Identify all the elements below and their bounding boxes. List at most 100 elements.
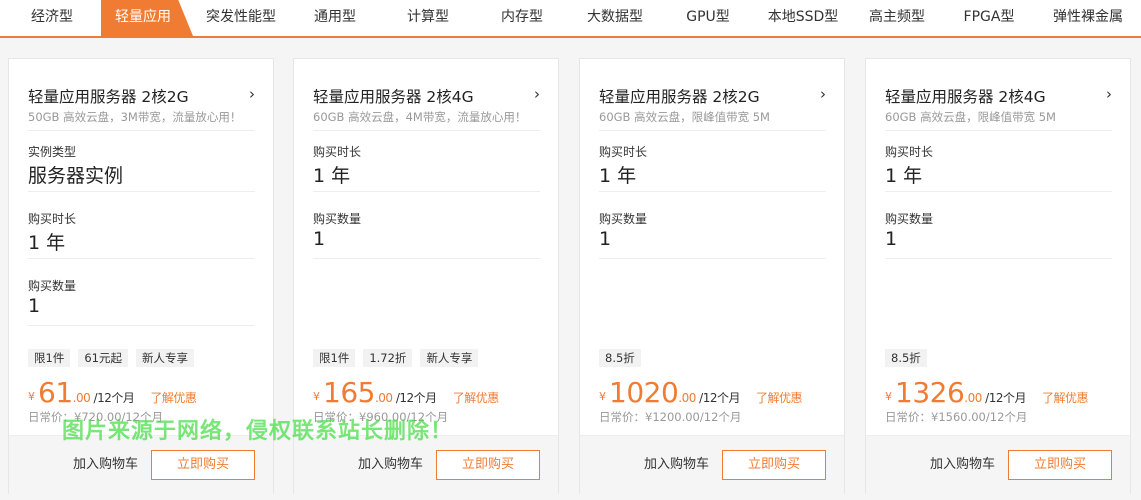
tab-bare-metal[interactable]: 弹性裸金属	[1035, 0, 1141, 36]
card-description: 60GB 高效云盘，限峰值带宽 5M	[599, 110, 770, 124]
buy-now-button[interactable]: 立即购买	[151, 450, 255, 480]
tab-memory[interactable]: 内存型	[475, 0, 569, 36]
field-value[interactable]: 1	[28, 295, 40, 317]
chevron-right-icon[interactable]: ›	[1106, 85, 1112, 103]
chevron-right-icon[interactable]: ›	[249, 85, 255, 103]
card-title[interactable]: 轻量应用服务器 2核2G	[28, 85, 255, 107]
divider	[28, 191, 255, 192]
card-title[interactable]: 轻量应用服务器 2核4G	[885, 85, 1112, 107]
field-value[interactable]: 1	[313, 228, 325, 250]
price-period: /12个月	[695, 391, 740, 405]
promo-link-label[interactable]: 了解优惠	[453, 391, 500, 405]
divider	[599, 258, 826, 259]
price-decimal: .00	[678, 391, 696, 405]
card-description: 60GB 高效云盘，限峰值带宽 5M	[885, 110, 1056, 124]
price-integer: 165	[323, 376, 375, 409]
field-value[interactable]: 服务器实例	[28, 161, 123, 188]
card-header[interactable]: 轻量应用服务器 2核4G ›	[313, 85, 540, 107]
card-footer: 加入购物车 立即购买	[294, 435, 558, 495]
quantity-field[interactable]: 购买数量 1	[313, 210, 540, 277]
promo-link[interactable]: 了解优惠	[1042, 391, 1089, 405]
product-card: 轻量应用服务器 2核2G › 60GB 高效云盘，限峰值带宽 5M 购买时长 1…	[579, 58, 845, 495]
divider	[885, 258, 1112, 259]
buy-now-button[interactable]: 立即购买	[1008, 450, 1112, 480]
duration-field[interactable]: 购买时长 1 年	[313, 143, 540, 210]
promo-tags: 8.5折	[599, 349, 641, 367]
promo-link-label[interactable]: 了解优惠	[756, 391, 803, 405]
card-footer: 加入购物车 立即购买	[866, 435, 1130, 495]
price-amount: 165.00 /12个月 了解优惠	[323, 376, 499, 409]
field-value[interactable]: 1 年	[885, 161, 922, 188]
price-period: /12个月	[392, 391, 437, 405]
add-to-cart-button[interactable]: 加入购物车	[644, 453, 709, 472]
promo-tag: 限1件	[313, 349, 356, 367]
field-value[interactable]: 1	[599, 228, 611, 250]
price-period: /12个月	[981, 391, 1026, 405]
field-label: 购买数量	[885, 212, 934, 226]
card-title[interactable]: 轻量应用服务器 2核2G	[599, 85, 826, 107]
original-price: 日常价：¥1200.00/12个月	[599, 410, 742, 424]
tab-economy[interactable]: 经济型	[0, 0, 104, 36]
instance-type-field[interactable]: 实例类型 服务器实例	[28, 143, 255, 210]
chevron-right-icon[interactable]: ›	[534, 85, 540, 103]
tab-bigdata[interactable]: 大数据型	[569, 0, 661, 36]
tab-burstable[interactable]: 突发性能型	[193, 0, 289, 36]
quantity-field[interactable]: 购买数量 1	[28, 277, 255, 344]
price-period: /12个月	[90, 391, 135, 405]
quantity-field[interactable]: 购买数量 1	[885, 210, 1112, 277]
card-description: 50GB 高效云盘，3M带宽，流量放心用！	[28, 110, 242, 124]
promo-link[interactable]: 了解优惠	[150, 391, 197, 405]
duration-field[interactable]: 购买时长 1 年	[28, 210, 255, 277]
card-footer: 加入购物车 立即购买	[9, 435, 273, 495]
field-label: 购买时长	[885, 145, 934, 159]
currency-symbol: ¥	[28, 390, 35, 403]
currency-symbol: ¥	[599, 390, 606, 403]
promo-tag: 8.5折	[599, 349, 641, 367]
field-value[interactable]: 1 年	[28, 228, 65, 255]
promo-link-label[interactable]: 了解优惠	[1042, 391, 1089, 405]
promo-link-label[interactable]: 了解优惠	[150, 391, 197, 405]
card-title[interactable]: 轻量应用服务器 2核4G	[313, 85, 540, 107]
buy-now-button[interactable]: 立即购买	[436, 450, 540, 480]
add-to-cart-button[interactable]: 加入购物车	[358, 453, 423, 472]
field-value[interactable]: 1 年	[599, 161, 636, 188]
duration-field[interactable]: 购买时长 1 年	[599, 143, 826, 210]
divider	[313, 191, 540, 192]
quantity-field[interactable]: 购买数量 1	[599, 210, 826, 277]
tab-lightweight[interactable]: 轻量应用	[101, 0, 193, 36]
field-value[interactable]: 1 年	[313, 161, 350, 188]
tab-high-freq[interactable]: 高主频型	[851, 0, 943, 36]
promo-tag: 61元起	[78, 349, 128, 367]
divider	[28, 130, 255, 131]
promo-tag: 1.72折	[363, 349, 413, 367]
field-label: 购买数量	[28, 279, 77, 293]
add-to-cart-button[interactable]: 加入购物车	[930, 453, 995, 472]
price-decimal: .00	[964, 391, 982, 405]
tab-fpga[interactable]: FPGA型	[943, 0, 1035, 36]
divider	[599, 191, 826, 192]
original-price: 日常价：¥960.00/12个月	[313, 410, 449, 424]
field-label: 购买时长	[28, 212, 77, 226]
tab-gpu[interactable]: GPU型	[661, 0, 755, 36]
promo-link[interactable]: 了解优惠	[453, 391, 500, 405]
instance-type-tabbar: 经济型 轻量应用 突发性能型 通用型 计算型 内存型 大数据型 GPU型 本地S…	[0, 0, 1141, 38]
price-decimal: .00	[72, 391, 91, 405]
field-label: 购买数量	[599, 212, 648, 226]
promo-link[interactable]: 了解优惠	[756, 391, 803, 405]
card-header[interactable]: 轻量应用服务器 2核4G ›	[885, 85, 1112, 107]
tab-local-ssd[interactable]: 本地SSD型	[755, 0, 851, 36]
tab-general[interactable]: 通用型	[289, 0, 381, 36]
divider	[599, 130, 826, 131]
field-value[interactable]: 1	[885, 228, 897, 250]
field-label: 购买时长	[313, 145, 362, 159]
card-header[interactable]: 轻量应用服务器 2核2G ›	[599, 85, 826, 107]
price-amount: 61.00 /12个月 了解优惠	[38, 376, 197, 409]
promo-tags: 限1件 1.72折 新人专享	[313, 349, 479, 367]
buy-now-button[interactable]: 立即购买	[722, 450, 826, 480]
chevron-right-icon[interactable]: ›	[820, 85, 826, 103]
add-to-cart-button[interactable]: 加入购物车	[73, 453, 138, 472]
card-header[interactable]: 轻量应用服务器 2核2G ›	[28, 85, 255, 107]
tab-compute[interactable]: 计算型	[381, 0, 475, 36]
price-integer: 61	[38, 376, 73, 409]
duration-field[interactable]: 购买时长 1 年	[885, 143, 1112, 210]
